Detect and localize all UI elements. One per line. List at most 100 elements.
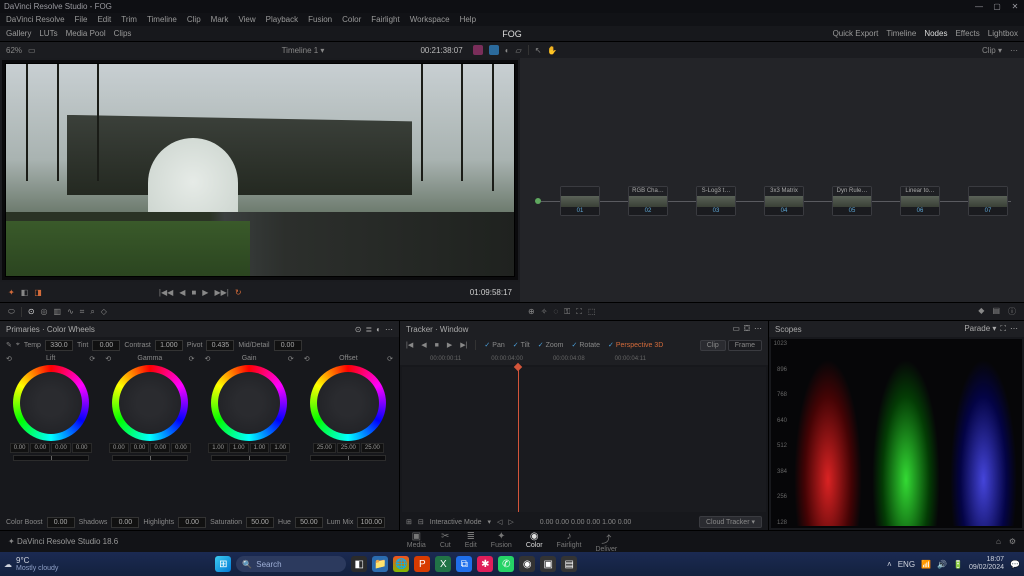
wheel-value[interactable]: 0.00 [30, 443, 50, 453]
menu-item[interactable]: File [75, 15, 88, 24]
play-reverse-icon[interactable]: ◀ [179, 288, 185, 297]
wheel-master-slider[interactable] [310, 455, 386, 461]
tracker-tab-clip[interactable]: Clip [700, 340, 726, 351]
timeline-button[interactable]: Timeline [886, 29, 916, 38]
rgb-mixer-icon[interactable]: ▥ [54, 307, 62, 316]
source-timecode[interactable]: 01:09:58:17 [470, 288, 512, 297]
qualifier-icon[interactable]: ⌕ [90, 307, 94, 317]
grab-still-icon[interactable]: ✦ [8, 288, 15, 297]
chk-perspective[interactable]: Perspective 3D [608, 341, 663, 349]
curves2-icon[interactable]: ∿ [67, 307, 74, 316]
blur-icon[interactable]: ◌ [553, 307, 558, 316]
wheel-value[interactable]: 25.00 [337, 443, 360, 453]
contrast-field[interactable] [155, 340, 183, 351]
play-icon[interactable]: ▶ [202, 288, 208, 297]
excel-icon[interactable]: X [435, 556, 451, 572]
tray-battery-icon[interactable]: 🔋 [953, 560, 963, 569]
menu-item[interactable]: Playback [266, 15, 298, 24]
wheel-value[interactable]: 0.00 [72, 443, 92, 453]
wheel-master-slider[interactable] [112, 455, 188, 461]
minimize-icon[interactable]: — [974, 2, 984, 11]
chk-rotate[interactable]: Rotate [572, 341, 601, 349]
split-icon[interactable]: ◨ [34, 288, 42, 297]
md-field[interactable] [274, 340, 302, 351]
wheel-value[interactable]: 25.00 [313, 443, 336, 453]
hand-icon[interactable]: ✋ [547, 46, 557, 55]
scopes-icon[interactable]: ▤ [992, 306, 1000, 317]
temp-field[interactable] [45, 340, 73, 351]
picker-icon[interactable]: ⌖ [16, 341, 20, 349]
pivot-field[interactable] [206, 340, 234, 351]
options-icon[interactable]: ⋯ [1010, 46, 1018, 55]
tracker-graph[interactable] [402, 367, 766, 512]
page-edit[interactable]: ≣Edit [465, 531, 477, 553]
close-icon[interactable]: ✕ [1010, 2, 1020, 11]
key-icon[interactable]: ⚿ [564, 307, 570, 317]
wheel-value[interactable]: 0.00 [10, 443, 30, 453]
lightbox-button[interactable]: Lightbox [988, 29, 1018, 38]
sizing-icon[interactable]: ⛶ [576, 307, 582, 317]
effects-button[interactable]: Effects [955, 29, 979, 38]
clips-dropdown[interactable]: Clip ▾ [982, 46, 1002, 55]
warper-icon[interactable]: ⌗ [80, 307, 85, 317]
wheel-ring[interactable] [310, 365, 386, 441]
page-fusion[interactable]: ✦Fusion [491, 531, 512, 553]
chk-pan[interactable]: Pan [484, 341, 504, 349]
weather-widget[interactable]: ☁ 9°C Mostly cloudy [4, 556, 58, 572]
track-stop-icon[interactable]: ■ [435, 342, 439, 349]
clips-button[interactable]: Clips [114, 29, 132, 38]
node[interactable]: 07 [968, 186, 1008, 216]
wheel-value[interactable]: 1.00 [208, 443, 228, 453]
chk-tilt[interactable]: Tilt [513, 341, 530, 349]
wheel-reset-icon[interactable]: ⟲ [105, 355, 111, 363]
page-fairlight[interactable]: ♪Fairlight [557, 531, 582, 553]
highlights-field[interactable] [178, 517, 206, 528]
wheel-reset-icon[interactable]: ⟲ [304, 355, 310, 363]
wheel-value[interactable]: 0.00 [171, 443, 191, 453]
menu-item[interactable]: Color [342, 15, 361, 24]
menu-item[interactable]: Clip [187, 15, 201, 24]
wheel-value[interactable]: 0.00 [109, 443, 129, 453]
resolve-icon[interactable]: ◉ [519, 556, 535, 572]
wheel-ring[interactable] [211, 365, 287, 441]
hdr-icon[interactable]: ◎ [41, 307, 48, 316]
tracker-stabilize-icon[interactable]: ⛋ [744, 324, 750, 334]
menu-item[interactable]: DaVinci Resolve [6, 15, 65, 24]
prev-clip-icon[interactable]: |◀◀ [159, 288, 173, 297]
gallery-button[interactable]: Gallery [6, 29, 31, 38]
stop-icon[interactable]: ■ [191, 288, 196, 297]
next-clip-icon[interactable]: ▶▶| [214, 288, 228, 297]
nodes-button[interactable]: Nodes [924, 29, 947, 38]
bars-mode-icon[interactable]: ≣ [365, 325, 372, 334]
cloud-tracker-dropdown[interactable]: Cloud Tracker ▾ [699, 516, 762, 528]
whatsapp-icon[interactable]: ✆ [498, 556, 514, 572]
info-icon[interactable]: ⓘ [1008, 306, 1016, 317]
color-wheel-gamma[interactable]: ⟲Gamma⟳ 0.000.000.000.00 [101, 355, 198, 512]
menu-item[interactable]: Help [460, 15, 476, 24]
wheel-value[interactable]: 25.00 [361, 443, 384, 453]
3d-icon[interactable]: ⬚ [588, 307, 596, 316]
magic-icon[interactable]: ✧ [541, 307, 548, 316]
page-media[interactable]: ▣Media [407, 531, 426, 553]
color-wheel-offset[interactable]: ⟲Offset⟳ 25.0025.0025.00 [300, 355, 397, 512]
wheel-reset2-icon[interactable]: ⟳ [288, 355, 294, 363]
unmix-icon[interactable]: ◧ [21, 288, 29, 297]
tracker-mode-dropdown[interactable]: Interactive Mode [430, 519, 482, 526]
vscode-icon[interactable]: ⧉ [456, 556, 472, 572]
page-color[interactable]: ◉Color [526, 531, 543, 553]
node[interactable]: Linear to…06 [900, 186, 940, 216]
scope-menu-icon[interactable]: ⋯ [1010, 324, 1018, 334]
menu-item[interactable]: Trim [121, 15, 137, 24]
wheel-ring[interactable] [112, 365, 188, 441]
loop-icon[interactable]: ↻ [235, 288, 242, 297]
wheel-value[interactable]: 1.00 [270, 443, 290, 453]
prev-kf-icon[interactable]: ◁ [497, 518, 502, 526]
wheel-master-slider[interactable] [13, 455, 89, 461]
menu-item[interactable]: Workspace [410, 15, 450, 24]
menu-item[interactable]: View [238, 15, 255, 24]
wheel-value[interactable]: 1.00 [229, 443, 249, 453]
tracker-icon[interactable]: ⊕ [528, 307, 535, 316]
track-rev-icon[interactable]: ◀ [421, 341, 426, 349]
hue-field[interactable] [295, 517, 323, 528]
quickexport-button[interactable]: Quick Export [833, 29, 879, 38]
